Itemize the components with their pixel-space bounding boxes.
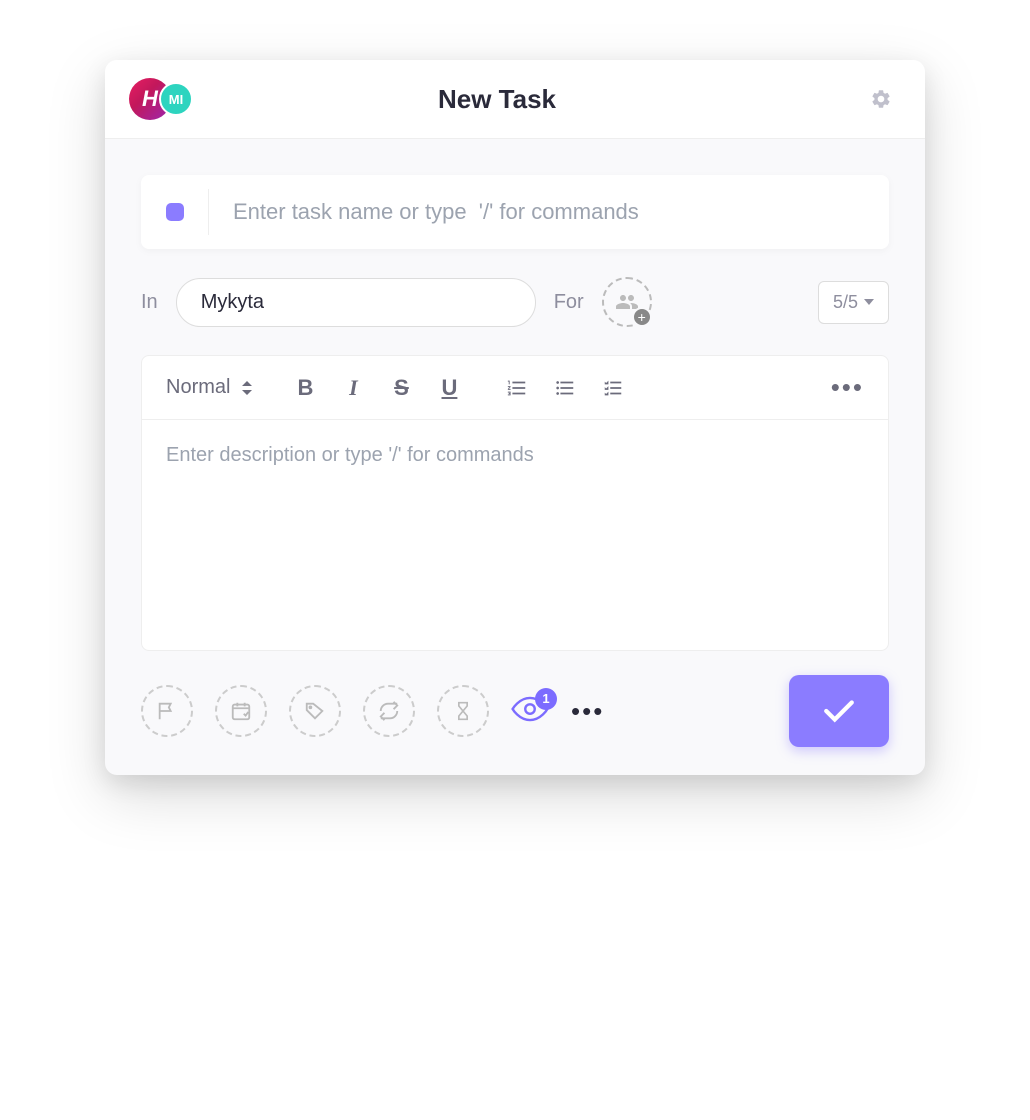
gear-icon xyxy=(870,88,892,110)
check-icon xyxy=(822,698,856,724)
location-label: In xyxy=(141,291,158,314)
time-estimate-button[interactable] xyxy=(437,685,489,737)
task-name-row xyxy=(141,175,889,249)
modal-title: New Task xyxy=(133,84,861,115)
plus-icon: + xyxy=(632,307,652,327)
new-task-modal: H MI New Task In Mykyta For + 5/5 xyxy=(105,60,925,775)
modal-body: In Mykyta For + 5/5 Normal B I xyxy=(105,139,925,775)
recurring-icon xyxy=(378,700,400,722)
editor-toolbar: Normal B I S U xyxy=(142,356,888,420)
watcher-count-badge: 1 xyxy=(535,688,557,710)
format-label: Normal xyxy=(166,376,230,399)
format-selector[interactable]: Normal xyxy=(166,376,252,399)
description-editor: Normal B I S U xyxy=(141,355,889,651)
bold-button[interactable]: B xyxy=(290,375,320,401)
ordered-list-button[interactable] xyxy=(502,377,532,399)
unordered-list-button[interactable] xyxy=(550,377,580,399)
ordered-list-icon xyxy=(506,377,528,399)
modal-header: H MI New Task xyxy=(105,60,925,139)
task-name-input[interactable] xyxy=(209,199,889,225)
hourglass-icon xyxy=(453,700,473,722)
italic-button[interactable]: I xyxy=(338,375,368,401)
description-input[interactable]: Enter description or type '/' for comman… xyxy=(142,420,888,650)
checklist-icon xyxy=(602,377,624,399)
toolbar-more-button[interactable]: ••• xyxy=(831,372,864,403)
checklist-button[interactable] xyxy=(598,377,628,399)
due-date-button[interactable] xyxy=(215,685,267,737)
calendar-icon xyxy=(230,700,252,722)
flag-icon xyxy=(156,700,178,722)
caret-down-icon xyxy=(864,299,874,305)
location-selector[interactable]: Mykyta xyxy=(176,278,536,327)
priority-selector[interactable]: 5/5 xyxy=(818,281,889,324)
unordered-list-icon xyxy=(554,377,576,399)
watchers-button[interactable]: 1 xyxy=(511,696,549,727)
footer-row: 1 ••• xyxy=(141,675,889,747)
tag-icon xyxy=(304,700,326,722)
sort-icon xyxy=(242,381,252,395)
strikethrough-button[interactable]: S xyxy=(386,375,416,401)
settings-button[interactable] xyxy=(861,79,901,119)
status-indicator-icon xyxy=(166,203,184,221)
footer-more-button[interactable]: ••• xyxy=(571,696,604,727)
priority-value: 5/5 xyxy=(833,292,858,313)
create-task-button[interactable] xyxy=(789,675,889,747)
tags-button[interactable] xyxy=(289,685,341,737)
underline-button[interactable]: U xyxy=(434,375,464,401)
priority-flag-button[interactable] xyxy=(141,685,193,737)
recurring-button[interactable] xyxy=(363,685,415,737)
status-selector[interactable] xyxy=(141,189,209,235)
assignee-selector[interactable]: + xyxy=(602,277,652,327)
meta-row: In Mykyta For + 5/5 xyxy=(141,277,889,327)
assignee-label: For xyxy=(554,291,584,314)
